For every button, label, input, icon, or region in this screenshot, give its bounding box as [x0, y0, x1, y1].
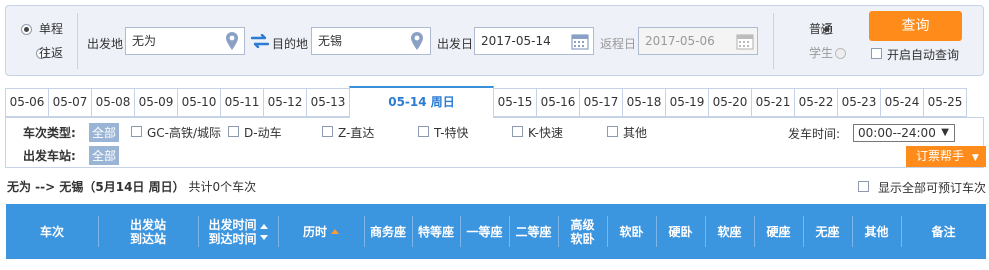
date-tab[interactable]: 05-24 — [880, 88, 924, 117]
passenger-normal-label: 普通 — [809, 22, 834, 36]
from-label: 出发地 — [87, 37, 124, 51]
col-hard-seat: 硬座 — [766, 224, 791, 239]
date-tab[interactable]: 05-08 — [91, 88, 135, 117]
col-hard-sleeper: 硬卧 — [668, 224, 693, 239]
col-arrive-station: 到达站 — [129, 231, 166, 246]
type-checkbox[interactable] — [512, 126, 523, 137]
col-duration[interactable]: 历时 — [278, 204, 364, 259]
round-trip-label: 往返 — [39, 46, 64, 60]
col-first-class: 一等座 — [466, 224, 503, 239]
auto-query-label: 开启自动查询 — [887, 48, 960, 62]
date-tab[interactable]: 05-20 — [708, 88, 752, 117]
col-soft-sleeper: 软卧 — [619, 224, 644, 239]
type-checkbox[interactable] — [418, 126, 429, 137]
train-type-all-button[interactable]: 全部 — [89, 123, 120, 142]
date-tab[interactable]: 05-10 — [177, 88, 221, 117]
date-tab[interactable]: 05-12 — [263, 88, 307, 117]
type-label: GC-高铁/城际 — [147, 126, 222, 140]
train-count: 共计0个车次 — [188, 180, 257, 194]
chevron-down-icon: ▼ — [941, 127, 949, 138]
swap-icon[interactable] — [251, 34, 269, 48]
col-time[interactable]: 出发时间 到达时间 — [198, 204, 278, 259]
col-deluxe-soft-sleeper: 高级 软卧 — [558, 204, 607, 259]
passenger-student-label: 学生 — [809, 46, 834, 60]
col-business: 商务座 — [369, 224, 406, 239]
type-checkbox[interactable] — [607, 126, 618, 137]
calendar-icon[interactable] — [571, 32, 589, 50]
type-checkbox[interactable] — [228, 126, 239, 137]
location-pin-icon[interactable] — [411, 32, 423, 50]
date-tab[interactable]: 05-18 — [622, 88, 666, 117]
sort-down-icon — [259, 234, 268, 240]
type-label: T-特快 — [434, 126, 469, 140]
one-way-label: 单程 — [39, 22, 64, 36]
sort-up-icon — [331, 229, 339, 234]
col-deluxe-line1: 高级 — [570, 217, 595, 232]
sort-up-icon — [259, 223, 268, 229]
col-depart-station: 出发站 — [129, 217, 166, 232]
depart-time-value: 00:00--24:00 — [858, 126, 936, 140]
type-label: Z-直达 — [338, 126, 375, 140]
col-duration-label: 历时 — [302, 224, 327, 239]
date-tab[interactable]: 05-15 — [493, 88, 537, 117]
show-all-checkbox[interactable] — [858, 181, 869, 192]
col-no-seat: 无座 — [815, 224, 840, 239]
col-station: 出发站 到达站 — [98, 204, 198, 259]
one-way-radio[interactable] — [21, 24, 32, 35]
result-summary: 无为 --> 无锡（5月14日 周日） 共计0个车次 — [7, 178, 256, 195]
date-tab[interactable]: 05-23 — [837, 88, 881, 117]
col-premium: 特等座 — [417, 224, 454, 239]
date-tab[interactable]: 05-09 — [134, 88, 178, 117]
depart-time-select[interactable]: 00:00--24:00 ▼ — [853, 124, 955, 142]
results-table-header: 车次 出发站 到达站 出发时间 到达时间 历时 商务座 特等座 一等座 二等座 … — [6, 204, 986, 259]
date-tab-active[interactable]: 05-14 周日 — [349, 86, 494, 118]
to-label: 目的地 — [272, 37, 309, 51]
col-remark: 备注 — [931, 224, 956, 239]
col-arrive-time: 到达时间 — [208, 231, 257, 246]
date-tab[interactable]: 05-17 — [579, 88, 623, 117]
type-checkbox[interactable] — [322, 126, 333, 137]
date-tab[interactable]: 05-07 — [48, 88, 92, 117]
col-train[interactable]: 车次 — [6, 204, 98, 259]
col-depart-time: 出发时间 — [208, 217, 257, 232]
depart-date-label: 出发日 — [437, 37, 474, 51]
station-all-button[interactable]: 全部 — [89, 146, 120, 165]
route-text: 无为 --> 无锡（5月14日 周日） — [7, 180, 185, 194]
date-tab[interactable]: 05-13 — [306, 88, 350, 117]
depart-time-label: 发车时间: — [788, 127, 841, 141]
date-tab[interactable]: 05-19 — [665, 88, 709, 117]
date-tab[interactable]: 05-21 — [751, 88, 795, 117]
show-all-label: 显示全部可预订车次 — [878, 181, 987, 195]
type-label: K-快速 — [528, 126, 563, 140]
station-label: 出发车站: — [23, 149, 76, 163]
type-checkbox[interactable] — [131, 126, 142, 137]
return-date-label: 返程日 — [600, 37, 637, 51]
divider — [77, 13, 78, 69]
booking-helper-button[interactable]: 订票帮手 ▼ — [906, 146, 986, 167]
type-label: D-动车 — [244, 126, 282, 140]
caret-down-icon: ▼ — [971, 153, 979, 163]
col-second-class: 二等座 — [515, 224, 552, 239]
date-tab[interactable]: 05-22 — [794, 88, 838, 117]
col-soft-seat: 软座 — [717, 224, 742, 239]
date-tab[interactable]: 05-25 — [923, 88, 967, 117]
type-label: 其他 — [623, 126, 648, 140]
divider — [773, 13, 774, 69]
date-tab[interactable]: 05-16 — [536, 88, 580, 117]
col-deluxe-line2: 软卧 — [570, 231, 595, 246]
train-type-label: 车次类型: — [23, 126, 76, 140]
auto-query-checkbox[interactable] — [871, 48, 882, 59]
booking-helper-label: 订票帮手 — [916, 149, 965, 163]
date-tab[interactable]: 05-11 — [220, 88, 264, 117]
location-pin-icon[interactable] — [226, 32, 238, 50]
col-other: 其他 — [864, 224, 889, 239]
date-tab[interactable]: 05-06 — [5, 88, 49, 117]
query-button[interactable]: 查询 — [869, 11, 962, 41]
calendar-icon[interactable] — [736, 32, 754, 50]
